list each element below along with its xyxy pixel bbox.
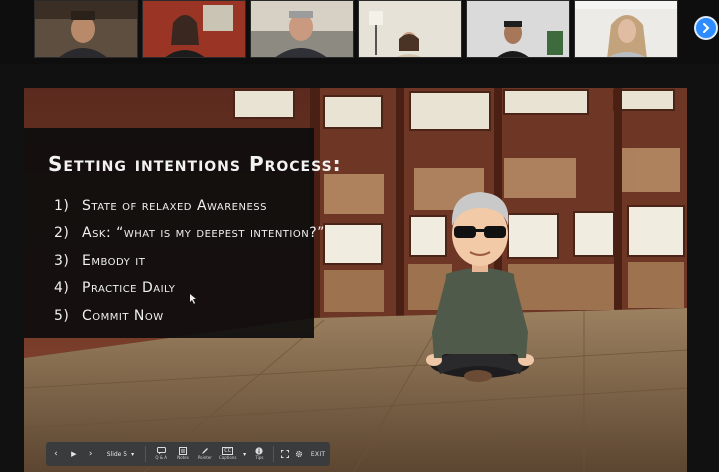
cc-icon: CC bbox=[222, 447, 234, 455]
next-participants-button[interactable] bbox=[694, 16, 718, 40]
participant-tile[interactable] bbox=[574, 0, 678, 58]
captions-button[interactable]: CC Captions bbox=[216, 442, 240, 466]
qa-button[interactable]: Q & A bbox=[150, 442, 172, 466]
slide-title: Setting intentions Process: bbox=[48, 152, 342, 176]
slide-selector[interactable]: Slide 5 ▾ bbox=[100, 442, 142, 466]
settings-button[interactable] bbox=[292, 442, 306, 466]
notes-label: Notes bbox=[177, 455, 189, 460]
notes-button[interactable]: Notes bbox=[172, 442, 194, 466]
participant-video bbox=[359, 1, 461, 57]
qa-label: Q & A bbox=[155, 455, 167, 460]
divider bbox=[273, 446, 275, 462]
chevron-down-icon: ▾ bbox=[243, 450, 247, 458]
gear-icon bbox=[296, 450, 303, 458]
participant-tile[interactable] bbox=[358, 0, 462, 58]
participant-tile[interactable] bbox=[34, 0, 138, 58]
presentation-slide: Setting intentions Process: 1) State of r… bbox=[24, 88, 687, 472]
pen-icon bbox=[201, 448, 208, 454]
pointer-button[interactable]: Pointer bbox=[194, 442, 216, 466]
notes-icon bbox=[179, 447, 188, 455]
list-item: 2) Ask: “what is my deepest intention?” bbox=[54, 220, 325, 248]
slide-number-label: Slide 5 bbox=[106, 450, 128, 458]
prev-slide-button[interactable]: ‹ bbox=[46, 442, 66, 466]
tips-label: Tips bbox=[255, 455, 264, 460]
step-text: Ask: “what is my deepest intention?” bbox=[82, 225, 325, 242]
participant-video bbox=[467, 1, 569, 57]
divider bbox=[145, 446, 147, 462]
list-item: 3) Embody it bbox=[54, 247, 325, 275]
list-item: 4) Practice Daily bbox=[54, 275, 325, 303]
list-item: 1) State of relaxed Awareness bbox=[54, 192, 325, 220]
chat-icon bbox=[156, 447, 166, 455]
step-list: 1) State of relaxed Awareness 2) Ask: “wha… bbox=[54, 192, 325, 330]
exit-button[interactable]: EXIT bbox=[306, 442, 330, 466]
step-number: 4) bbox=[54, 280, 70, 297]
participant-tile[interactable] bbox=[142, 0, 246, 58]
list-item: 5) Commit Now bbox=[54, 302, 325, 330]
participant-tile[interactable] bbox=[466, 0, 570, 58]
pointer-label: Pointer bbox=[197, 455, 212, 460]
exit-label: EXIT bbox=[310, 450, 326, 458]
fullscreen-button[interactable] bbox=[278, 442, 292, 466]
chevron-down-icon: ▾ bbox=[131, 450, 135, 458]
step-text: Embody it bbox=[82, 252, 146, 269]
info-icon bbox=[255, 447, 264, 455]
play-icon: ▶ bbox=[71, 450, 77, 458]
next-slide-button[interactable]: › bbox=[82, 442, 100, 466]
participant-strip bbox=[0, 0, 719, 64]
participant-video bbox=[575, 1, 677, 57]
chevron-right-icon: › bbox=[88, 449, 93, 459]
participant-video bbox=[251, 1, 353, 57]
play-button[interactable]: ▶ bbox=[66, 442, 82, 466]
captions-menu-button[interactable]: ▾ bbox=[240, 442, 250, 466]
participant-video bbox=[143, 1, 245, 57]
participant-tile[interactable] bbox=[250, 0, 354, 58]
step-number: 1) bbox=[54, 197, 70, 214]
chevron-right-icon bbox=[703, 23, 710, 33]
step-number: 3) bbox=[54, 252, 70, 269]
tips-button[interactable]: Tips bbox=[250, 442, 270, 466]
fullscreen-icon bbox=[281, 450, 290, 458]
step-text: Commit Now bbox=[82, 307, 164, 324]
chevron-left-icon: ‹ bbox=[54, 449, 58, 459]
bitmoji-avatar bbox=[426, 192, 534, 382]
step-number: 5) bbox=[54, 307, 70, 324]
participant-video bbox=[35, 1, 137, 57]
step-text: State of relaxed Awareness bbox=[82, 197, 267, 214]
step-number: 2) bbox=[54, 225, 70, 242]
step-text: Practice Daily bbox=[82, 280, 176, 297]
captions-label: Captions bbox=[218, 455, 237, 460]
presentation-toolbar: ‹ ▶ › Slide 5 ▾ Q & A Notes Pointer CC C… bbox=[46, 442, 330, 466]
